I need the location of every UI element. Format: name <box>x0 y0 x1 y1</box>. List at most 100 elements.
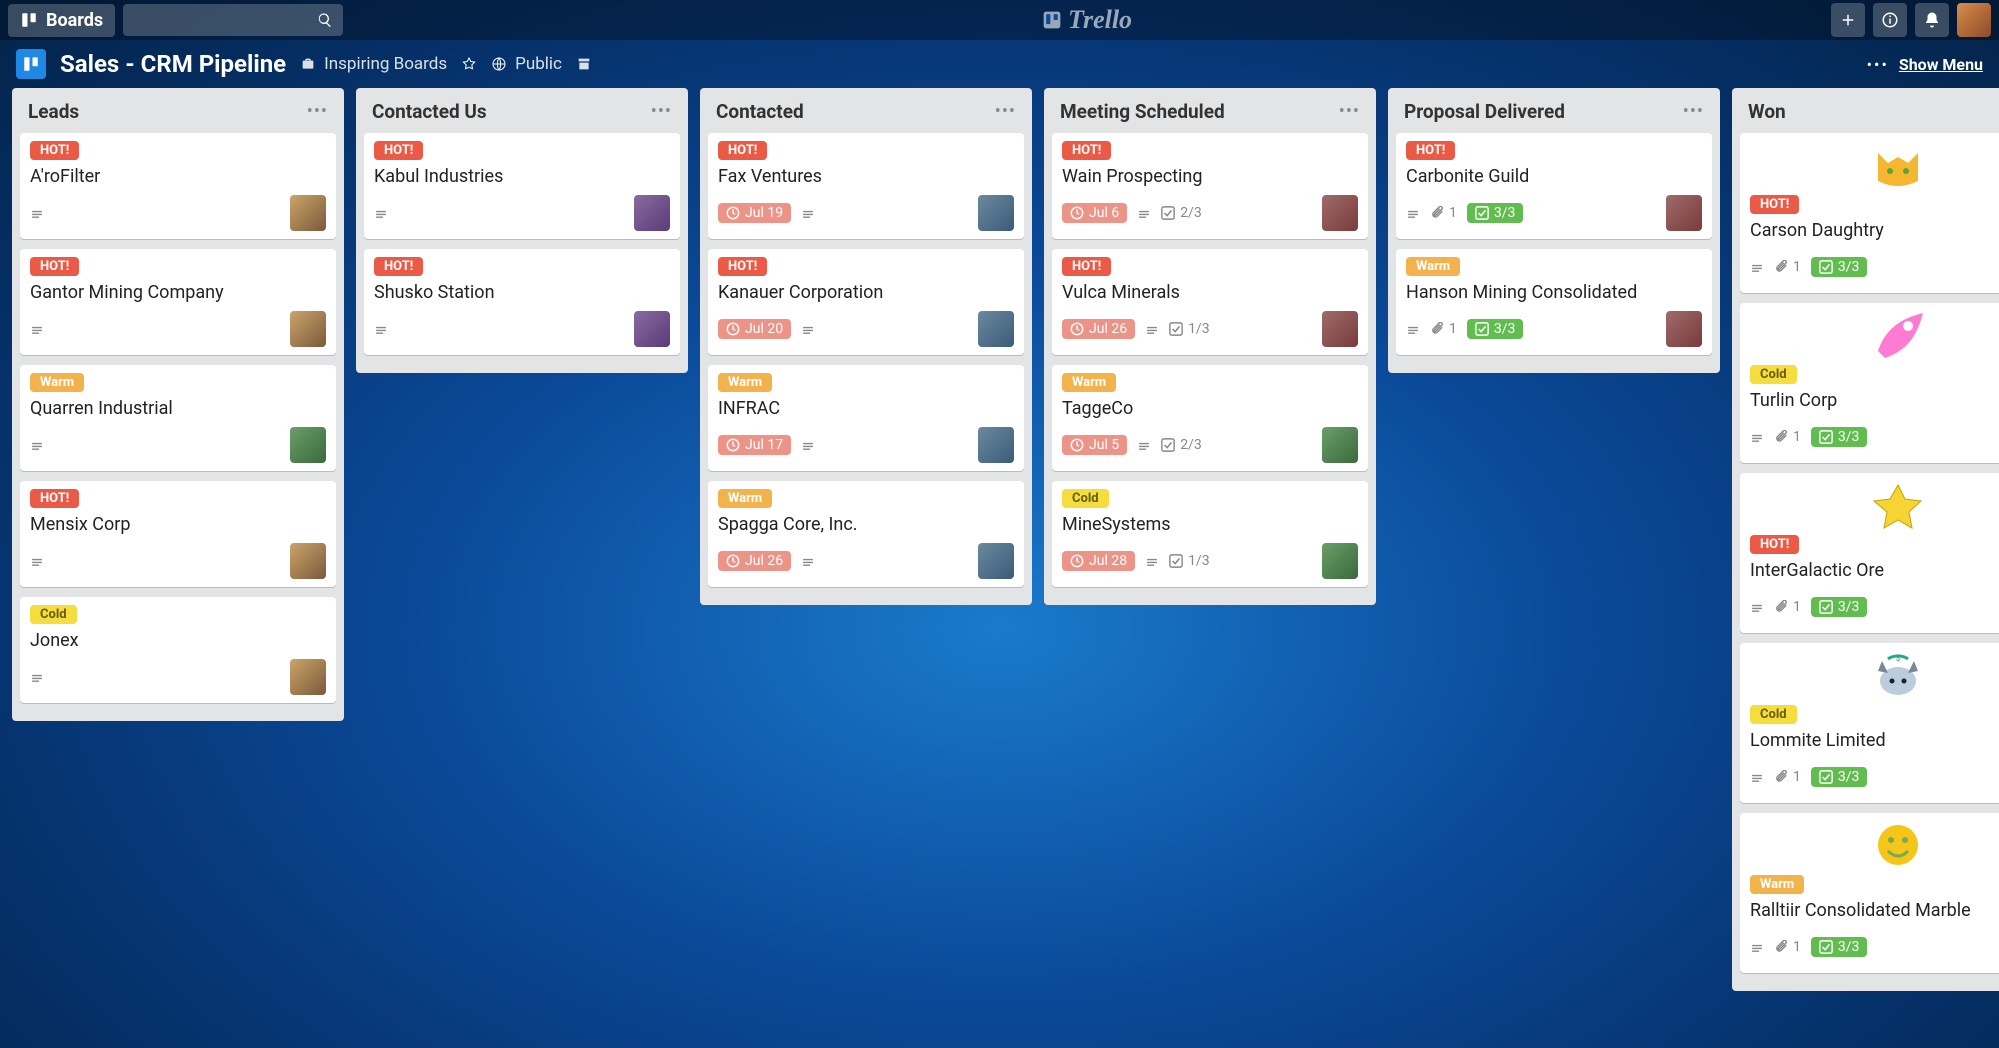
card-member-avatar[interactable] <box>1322 543 1358 579</box>
card-member-avatar[interactable] <box>634 311 670 347</box>
card-label: HOT! <box>718 257 767 276</box>
list-menu-button[interactable]: ••• <box>1683 101 1704 122</box>
description-badge <box>30 438 44 452</box>
card-member-avatar[interactable] <box>290 311 326 347</box>
list: Contacted ••• HOT!Fax VenturesJul 19HOT!Ka… <box>700 88 1032 605</box>
card-member-avatar[interactable] <box>634 195 670 231</box>
description-badge <box>1406 206 1420 220</box>
info-button[interactable] <box>1873 3 1907 37</box>
card-label: Warm <box>1750 875 1804 894</box>
card-member-avatar[interactable] <box>1666 195 1702 231</box>
card-title: Jonex <box>30 630 326 651</box>
boards-icon <box>20 11 38 29</box>
inspiring-boards-link[interactable]: Inspiring Boards <box>300 54 447 74</box>
card[interactable]: HOT!Shusko Station <box>364 249 680 355</box>
card[interactable]: ColdTurlin Corp13/3 <box>1740 303 1999 463</box>
card[interactable]: WarmHanson Mining Consolidated13/3 <box>1396 249 1712 355</box>
trello-logo-icon <box>1042 10 1062 30</box>
card[interactable]: HOT!Wain ProspectingJul 62/3 <box>1052 133 1368 239</box>
checklist-badge: 1/3 <box>1169 321 1210 337</box>
description-badge <box>801 206 815 220</box>
card-label: HOT! <box>30 141 79 160</box>
card-member-avatar[interactable] <box>1322 195 1358 231</box>
list-title[interactable]: Contacted Us <box>372 100 487 123</box>
create-button[interactable] <box>1831 3 1865 37</box>
card-member-avatar[interactable] <box>1322 311 1358 347</box>
card-member-avatar[interactable] <box>978 543 1014 579</box>
card[interactable]: HOT!InterGalactic Ore13/3 <box>1740 473 1999 633</box>
card-member-avatar[interactable] <box>1666 311 1702 347</box>
card[interactable]: HOT!Kanauer CorporationJul 20 <box>708 249 1024 355</box>
card-member-avatar[interactable] <box>290 659 326 695</box>
description-badge <box>1137 206 1151 220</box>
card-member-avatar[interactable] <box>978 195 1014 231</box>
card[interactable]: ColdMineSystemsJul 281/3 <box>1052 481 1368 587</box>
card[interactable]: WarmTaggeCoJul 52/3 <box>1052 365 1368 471</box>
list-menu-button[interactable]: ••• <box>1339 101 1360 122</box>
user-avatar[interactable] <box>1957 3 1991 37</box>
show-menu-link[interactable]: Show Menu <box>1899 55 1983 74</box>
card-title: Wain Prospecting <box>1062 166 1358 187</box>
checklist-done-badge: 3/3 <box>1811 427 1868 447</box>
description-badge <box>30 670 44 684</box>
checklist-badge: 2/3 <box>1161 205 1202 221</box>
description-badge <box>374 322 388 336</box>
card-member-avatar[interactable] <box>290 427 326 463</box>
board-title[interactable]: Sales - CRM Pipeline <box>60 50 286 78</box>
list-title[interactable]: Contacted <box>716 100 804 123</box>
card[interactable]: HOT!Gantor Mining Company <box>20 249 336 355</box>
card[interactable]: WarmRalltiir Consolidated Marble13/3 <box>1740 813 1999 973</box>
card[interactable]: HOT!Fax VenturesJul 19 <box>708 133 1024 239</box>
list-title[interactable]: Won <box>1748 100 1786 123</box>
card[interactable]: $ColdLommite Limited13/3 <box>1740 643 1999 803</box>
card[interactable]: ColdJonex <box>20 597 336 703</box>
card[interactable]: HOT!Mensix Corp <box>20 481 336 587</box>
card[interactable]: WarmINFRACJul 17 <box>708 365 1024 471</box>
list-menu-button[interactable]: ••• <box>307 101 328 122</box>
card-member-avatar[interactable] <box>978 427 1014 463</box>
plus-icon <box>1839 11 1857 29</box>
visibility-button[interactable]: Public <box>491 54 562 74</box>
description-badge <box>801 554 815 568</box>
list-title[interactable]: Leads <box>28 100 79 123</box>
card-label: HOT! <box>30 489 79 508</box>
list-menu-button[interactable]: ••• <box>995 101 1016 122</box>
due-badge: Jul 6 <box>1062 203 1127 223</box>
card[interactable]: WarmSpagga Core, Inc.Jul 26 <box>708 481 1024 587</box>
archive-button[interactable] <box>576 56 592 72</box>
card-label: HOT! <box>1062 257 1111 276</box>
search-input[interactable] <box>123 4 343 36</box>
board: Leads ••• HOT!A'roFilterHOT!Gantor Mining … <box>0 88 1999 1048</box>
boards-button[interactable]: Boards <box>8 4 115 37</box>
card[interactable]: HOT!A'roFilter <box>20 133 336 239</box>
attachment-badge: 1 <box>1774 429 1801 445</box>
card-title: Lommite Limited <box>1750 730 1999 751</box>
description-badge <box>1145 554 1159 568</box>
list-menu-button[interactable]: ••• <box>651 101 672 122</box>
card-label: HOT! <box>718 141 767 160</box>
due-badge: Jul 19 <box>718 203 791 223</box>
card[interactable]: HOT!Vulca MineralsJul 261/3 <box>1052 249 1368 355</box>
briefcase-icon <box>300 56 316 72</box>
list-title[interactable]: Meeting Scheduled <box>1060 100 1225 123</box>
trello-logo[interactable]: Trello <box>1042 5 1132 35</box>
star-button[interactable] <box>461 56 477 72</box>
card[interactable]: WarmQuarren Industrial <box>20 365 336 471</box>
card-member-avatar[interactable] <box>290 195 326 231</box>
card-label: Warm <box>1406 257 1460 276</box>
card[interactable]: HOT!Carson Daughtry13/3 <box>1740 133 1999 293</box>
attachment-badge: 1 <box>1774 259 1801 275</box>
card-member-avatar[interactable] <box>978 311 1014 347</box>
card[interactable]: HOT!Kabul Industries <box>364 133 680 239</box>
board-icon[interactable] <box>16 49 46 79</box>
notifications-button[interactable] <box>1915 3 1949 37</box>
card-label: Cold <box>1062 489 1109 508</box>
description-badge <box>30 206 44 220</box>
card-member-avatar[interactable] <box>1322 427 1358 463</box>
inspiring-label: Inspiring Boards <box>324 54 447 74</box>
list-title[interactable]: Proposal Delivered <box>1404 100 1565 123</box>
card[interactable]: HOT!Carbonite Guild13/3 <box>1396 133 1712 239</box>
description-badge <box>1750 600 1764 614</box>
card-member-avatar[interactable] <box>290 543 326 579</box>
description-badge <box>374 206 388 220</box>
